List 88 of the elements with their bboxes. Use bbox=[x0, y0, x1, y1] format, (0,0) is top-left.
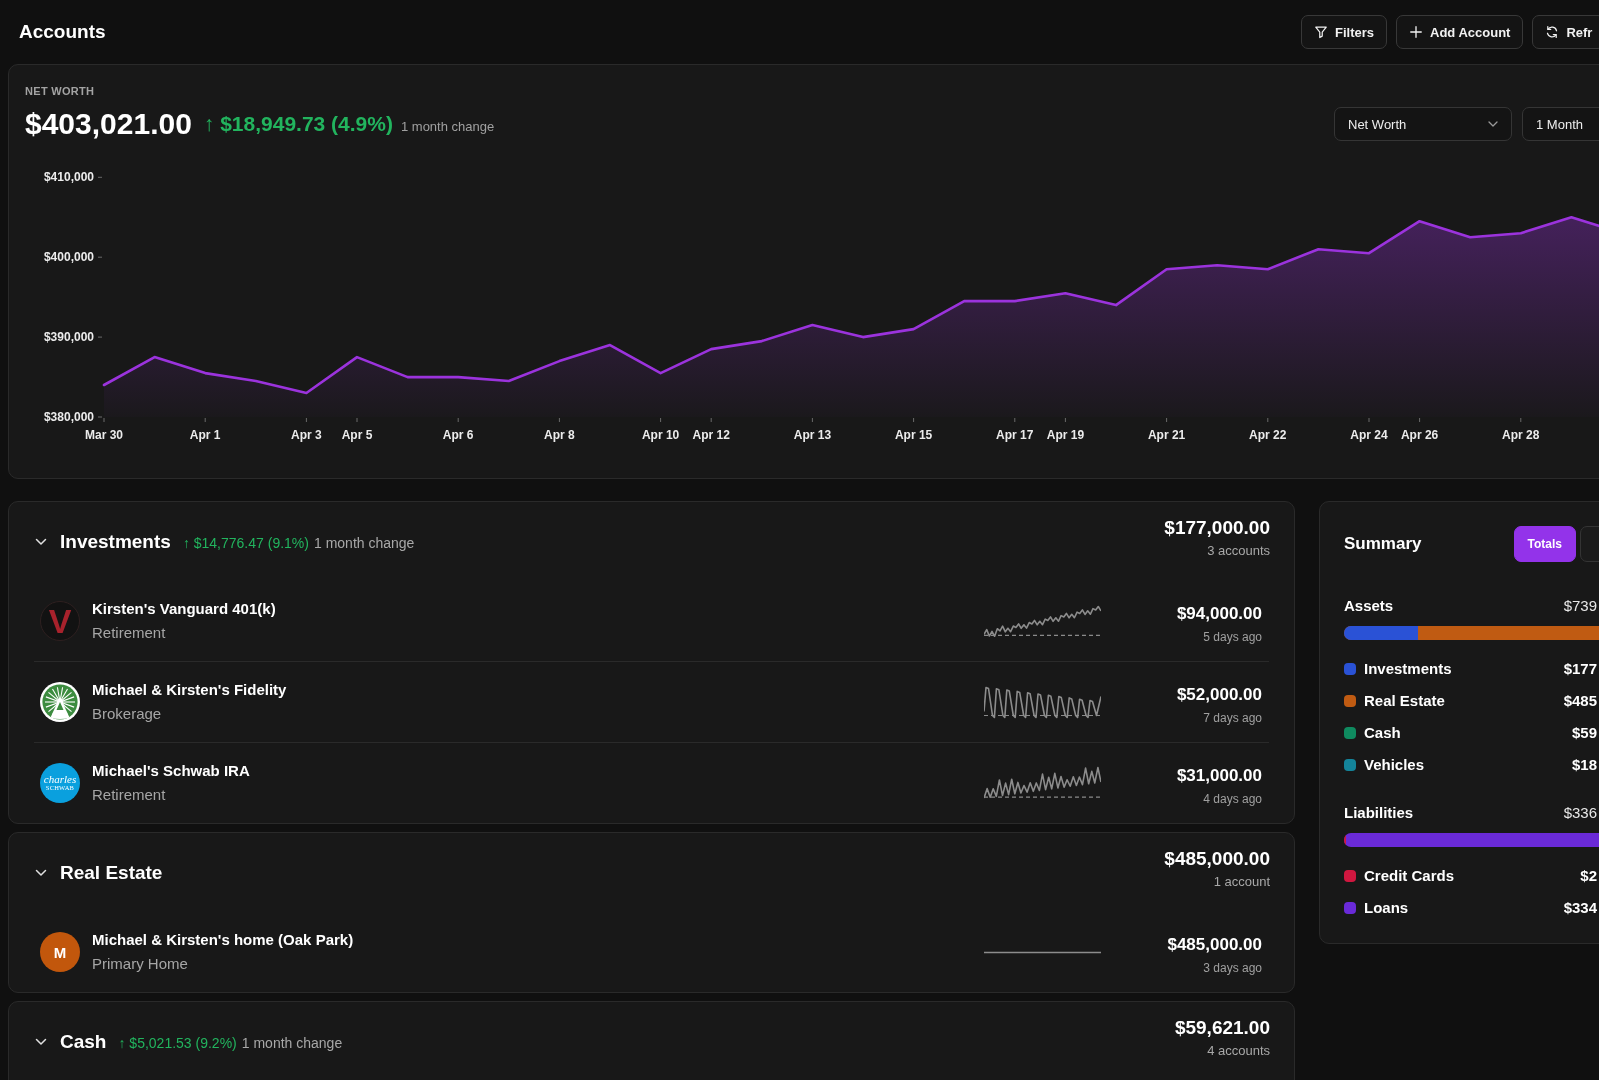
axis-label: Apr 10 bbox=[641, 428, 680, 442]
section-total: $336 bbox=[1563, 803, 1597, 823]
group-title: Investments bbox=[60, 530, 171, 553]
category-total: $59 bbox=[1571, 723, 1597, 743]
account-count: 3 accounts bbox=[1207, 542, 1270, 560]
axis-label: Apr 19 bbox=[1046, 428, 1085, 442]
change-amount: ↑ $18,949.73 (4.9%) bbox=[203, 112, 393, 136]
filter-icon bbox=[1314, 25, 1328, 39]
change-amount: ↑ $5,021.53 (9.2%) bbox=[118, 1033, 237, 1051]
axis-label: Apr 5 bbox=[341, 428, 373, 442]
axis-label: Apr 22 bbox=[1249, 428, 1287, 442]
account-count: 1 account bbox=[1213, 873, 1270, 891]
account-type: Retirement bbox=[92, 623, 166, 643]
category-label: Investments bbox=[1364, 659, 1452, 679]
category-label: Loans bbox=[1364, 898, 1409, 918]
account-balance: $52,000.00 bbox=[1176, 684, 1262, 706]
category-total: $2 bbox=[1580, 866, 1597, 886]
axis-label: Apr 17 bbox=[996, 428, 1034, 442]
account-name[interactable]: Kirsten's Vanguard 401(k) bbox=[92, 598, 276, 620]
change-period: 1 month change bbox=[313, 533, 415, 551]
category-total: $485 bbox=[1563, 691, 1597, 711]
tab[interactable]: Totals bbox=[1513, 526, 1576, 562]
account-name[interactable]: Michael's Schwab IRA bbox=[92, 760, 250, 782]
category-label: Cash bbox=[1364, 723, 1401, 743]
change-period: 1 month change bbox=[241, 1033, 343, 1051]
summary-title: Summary bbox=[1344, 534, 1422, 554]
axis-label: Apr 24 bbox=[1350, 428, 1388, 442]
page-title: Accounts bbox=[19, 21, 106, 43]
initial-avatar: M bbox=[40, 932, 80, 972]
account-type: Brokerage bbox=[92, 704, 162, 724]
account-balance: $485,000.00 bbox=[1167, 934, 1262, 956]
section-total: $739 bbox=[1563, 596, 1597, 616]
axis-label: Apr 1 bbox=[189, 428, 221, 442]
section-label: Assets bbox=[1344, 596, 1394, 616]
axis-label: Apr 28 bbox=[1502, 428, 1540, 442]
account-balance: $94,000.00 bbox=[1176, 603, 1262, 625]
axis-label: $400,000 bbox=[43, 250, 94, 265]
updated-time: 4 days ago bbox=[1203, 791, 1262, 807]
updated-time: 3 days ago bbox=[1203, 960, 1262, 976]
account-name[interactable]: Michael & Kirsten's Fidelity bbox=[92, 679, 287, 701]
net-worth-value: $403,021.00 bbox=[25, 107, 192, 141]
group-total: $177,000.00 bbox=[1164, 517, 1270, 539]
category-total: $18 bbox=[1571, 755, 1597, 775]
axis-label: Apr 26 bbox=[1400, 428, 1439, 442]
axis-label: Apr 8 bbox=[544, 428, 575, 442]
category-label: Vehicles bbox=[1364, 755, 1425, 775]
dropdown[interactable]: 1 Month bbox=[1522, 107, 1599, 141]
axis-label: Mar 30 bbox=[85, 428, 123, 442]
dropdown[interactable]: Net Worth bbox=[1334, 107, 1512, 141]
updated-time: 7 days ago bbox=[1203, 710, 1262, 726]
refresh-icon bbox=[1545, 25, 1560, 39]
axis-label: Apr 21 bbox=[1147, 428, 1186, 442]
change-amount: ↑ $14,776.47 (9.1%) bbox=[182, 533, 309, 551]
chevron-down-icon[interactable] bbox=[35, 868, 47, 877]
axis-label: Apr 12 bbox=[692, 428, 730, 442]
axis-label: $390,000 bbox=[43, 330, 94, 345]
category-label: Real Estate bbox=[1364, 691, 1445, 711]
chevron-down-icon[interactable] bbox=[35, 1037, 47, 1046]
axis-label: Apr 13 bbox=[793, 428, 832, 442]
group-total: $59,621.00 bbox=[1174, 1017, 1270, 1039]
axis-label: Apr 15 bbox=[894, 428, 933, 442]
category-total: $177 bbox=[1563, 659, 1597, 679]
change-period: 1 month change bbox=[400, 118, 495, 134]
axis-label: Apr 6 bbox=[442, 428, 474, 442]
group-title: Cash bbox=[60, 1030, 107, 1053]
starburst-logo-icon bbox=[40, 682, 80, 722]
category-total: $334 bbox=[1563, 898, 1597, 918]
axis-label: $410,000 bbox=[43, 170, 94, 185]
account-balance: $31,000.00 bbox=[1176, 765, 1262, 787]
account-count: 4 accounts bbox=[1207, 1042, 1270, 1060]
account-type: Retirement bbox=[92, 785, 166, 805]
group-total: $485,000.00 bbox=[1164, 848, 1270, 870]
section-label: NET WORTH bbox=[25, 84, 95, 98]
plus-icon bbox=[1409, 25, 1423, 39]
axis-label: Apr 3 bbox=[291, 428, 322, 442]
section-label: Liabilities bbox=[1344, 803, 1414, 823]
axis-label: $380,000 bbox=[43, 410, 94, 424]
group-title: Real Estate bbox=[60, 861, 163, 884]
add-account-button[interactable]: Add Account bbox=[1396, 15, 1524, 49]
chevron-down-icon[interactable] bbox=[35, 537, 47, 546]
updated-time: 5 days ago bbox=[1203, 629, 1262, 645]
account-type: Primary Home bbox=[92, 954, 188, 974]
account-name[interactable]: Michael & Kirsten's home (Oak Park) bbox=[92, 929, 354, 951]
refresh-button[interactable]: Refr bbox=[1532, 15, 1599, 49]
category-label: Credit Cards bbox=[1364, 866, 1455, 886]
letter-logo: V bbox=[40, 601, 80, 641]
chevron-down-icon bbox=[1488, 121, 1498, 127]
filters-button[interactable]: Filters bbox=[1301, 15, 1387, 49]
